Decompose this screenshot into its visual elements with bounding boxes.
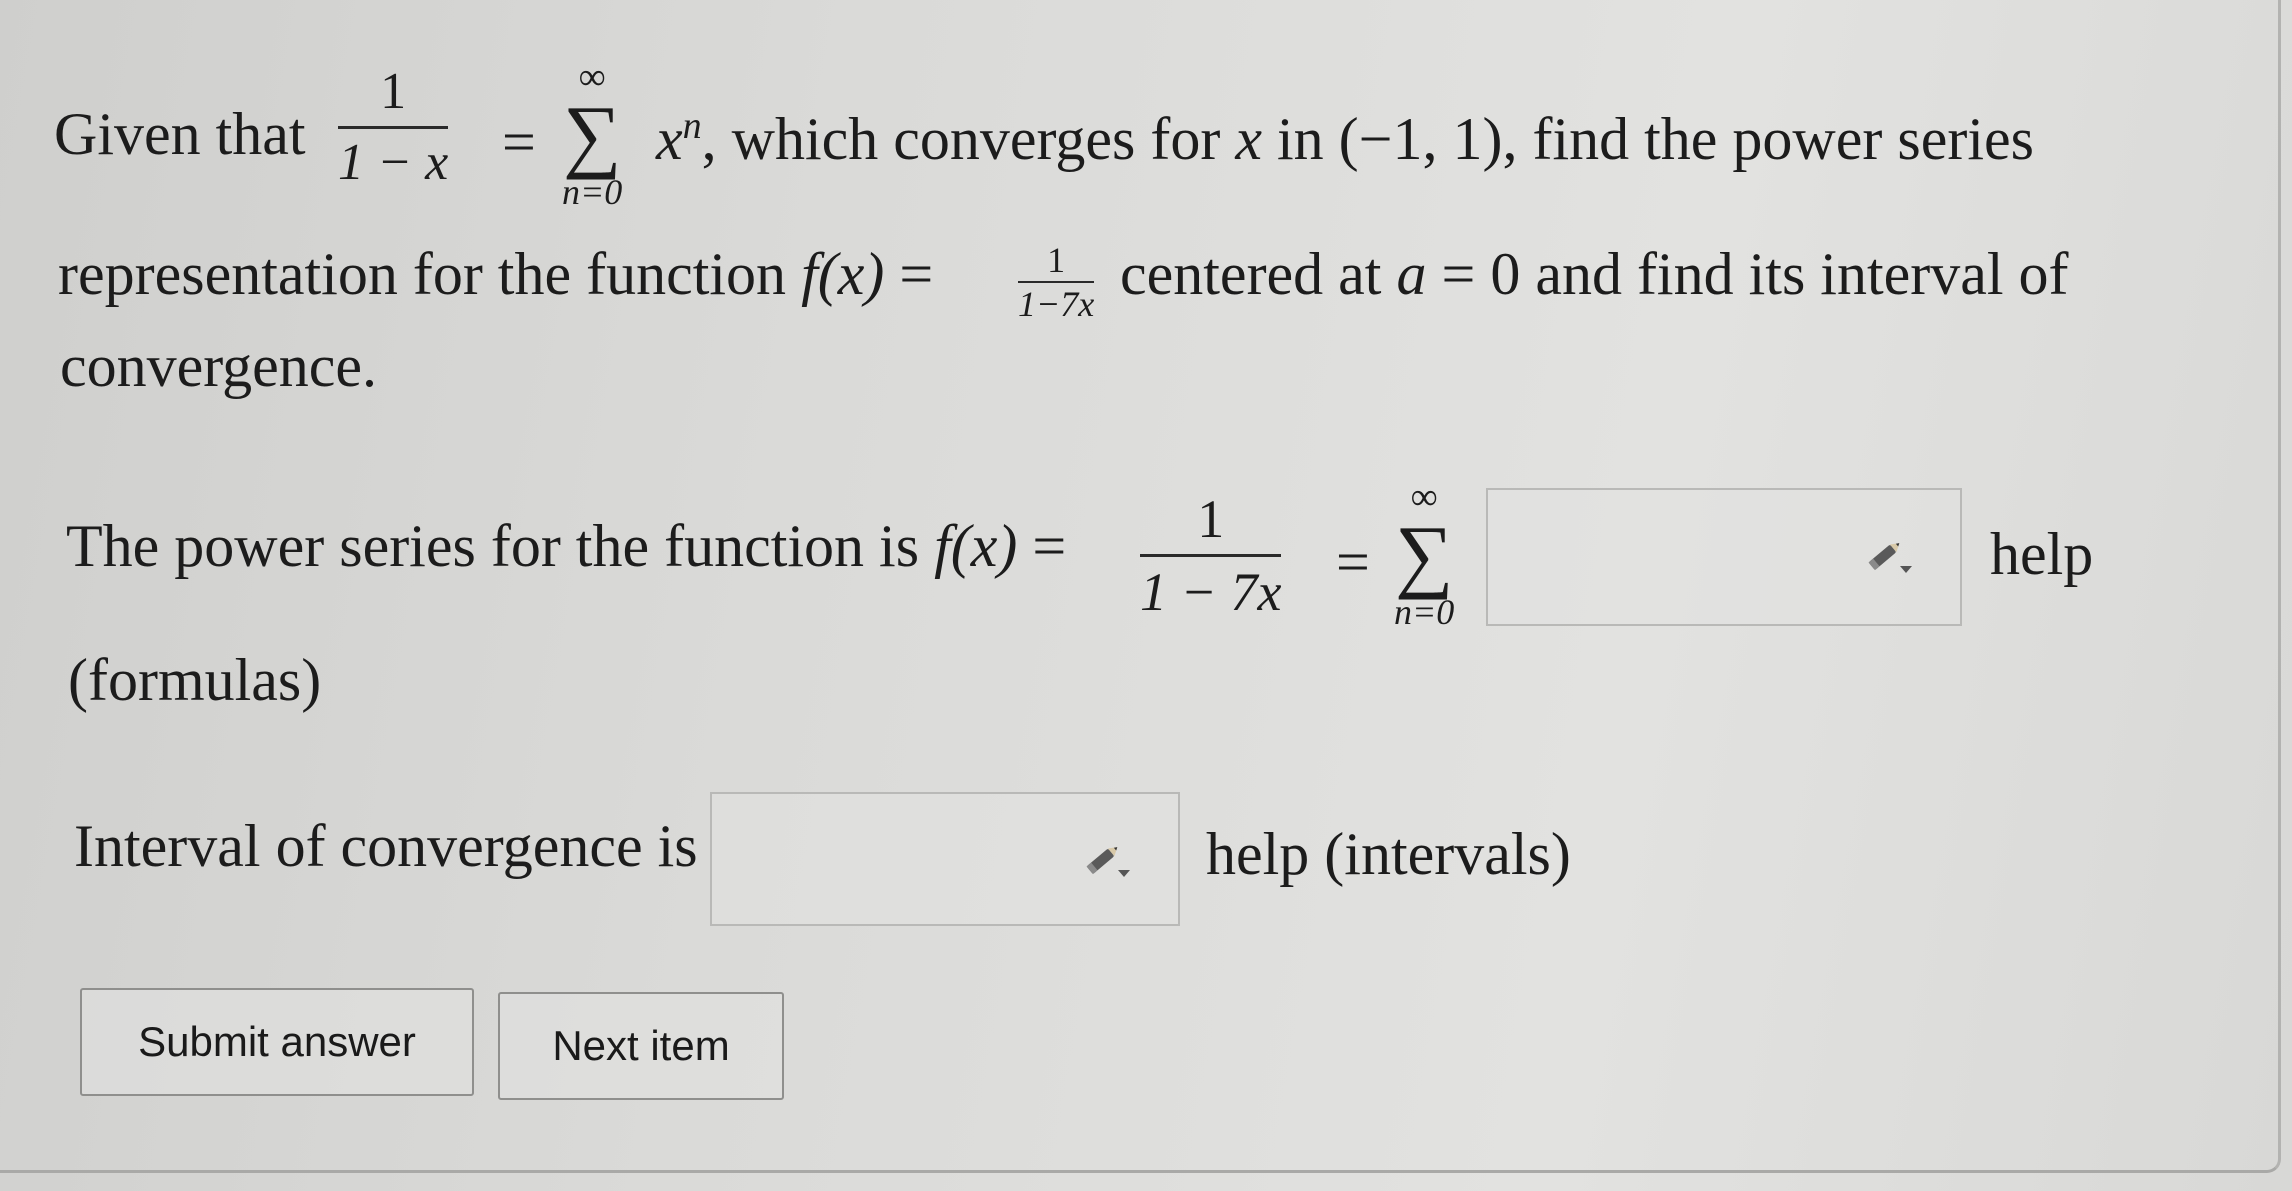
series-label-text: The power series for the function is — [66, 513, 935, 579]
series-equals: = — [1017, 513, 1067, 579]
function-fraction-denominator: 1−7x — [1018, 284, 1095, 324]
sum-lower-limit: n=0 — [562, 171, 623, 212]
fraction-bar — [338, 126, 449, 129]
line1-variable: x — [1235, 106, 1263, 172]
fraction-bar — [1018, 281, 1095, 283]
function-fx: f(x) — [801, 241, 885, 307]
sum-lower-limit: n=0 — [1394, 591, 1455, 632]
series-fx: f(x) — [934, 513, 1018, 579]
interval-answer-input[interactable] — [710, 792, 1180, 926]
given-fraction: 1 1 − x — [338, 63, 449, 191]
interval-question-label: Interval of convergence is — [74, 813, 698, 879]
line2-equals: = — [884, 241, 934, 307]
sigma-symbol: ∑ — [1394, 509, 1454, 600]
line2-text-c: = 0 and find its interval of — [1426, 241, 2069, 307]
sum-term: x — [656, 106, 683, 172]
series-fraction-numerator: 1 — [1197, 489, 1225, 549]
line2-text-b: centered at — [1120, 241, 1397, 307]
line2-text-a: representation for the function — [58, 241, 802, 307]
function-fraction-numerator: 1 — [1047, 240, 1066, 280]
given-prefix: Given that — [54, 101, 306, 167]
formulas-help-link[interactable]: (formulas) — [68, 646, 321, 715]
line1-text-a: , which converges for — [701, 106, 1236, 172]
interval-help-link[interactable]: help (intervals) — [1206, 820, 1571, 889]
line3-text: convergence. — [60, 333, 378, 399]
equation-editor-pencil-icon[interactable] — [1864, 536, 1916, 576]
line1-text-b: in (−1, 1), find the power series — [1262, 106, 2034, 172]
function-fraction: 1 1−7x — [1018, 240, 1095, 324]
next-item-button[interactable]: Next item — [498, 992, 784, 1100]
given-fraction-numerator: 1 — [380, 63, 407, 120]
submit-answer-button[interactable]: Submit answer — [80, 988, 474, 1096]
sigma-symbol: ∑ — [562, 89, 622, 180]
series-question-label: The power series for the function is f(x… — [66, 512, 1066, 581]
line2-part2: centered at a = 0 and find its interval … — [1120, 240, 2069, 309]
series-help-link[interactable]: help — [1990, 520, 2093, 589]
line1-continuation: xn, which converges for x in (−1, 1), fi… — [656, 104, 2034, 174]
sum-given: ∞ ∑ n=0 — [562, 58, 622, 210]
series-equals-2: = — [1336, 529, 1370, 595]
given-fraction-denominator: 1 − x — [338, 134, 449, 191]
line2-part1: representation for the function f(x) = — [58, 240, 933, 309]
sum-term-power: n — [682, 105, 702, 147]
series-fraction-denominator: 1 − 7x — [1140, 562, 1282, 622]
center-variable: a — [1396, 241, 1427, 307]
equation-editor-pencil-icon[interactable] — [1082, 840, 1134, 880]
series-fraction: 1 1 − 7x — [1140, 489, 1282, 622]
sum-series: ∞ ∑ n=0 — [1394, 478, 1454, 630]
fraction-bar — [1140, 554, 1282, 557]
equals-sign: = — [502, 109, 536, 175]
series-answer-input[interactable] — [1486, 488, 1962, 626]
